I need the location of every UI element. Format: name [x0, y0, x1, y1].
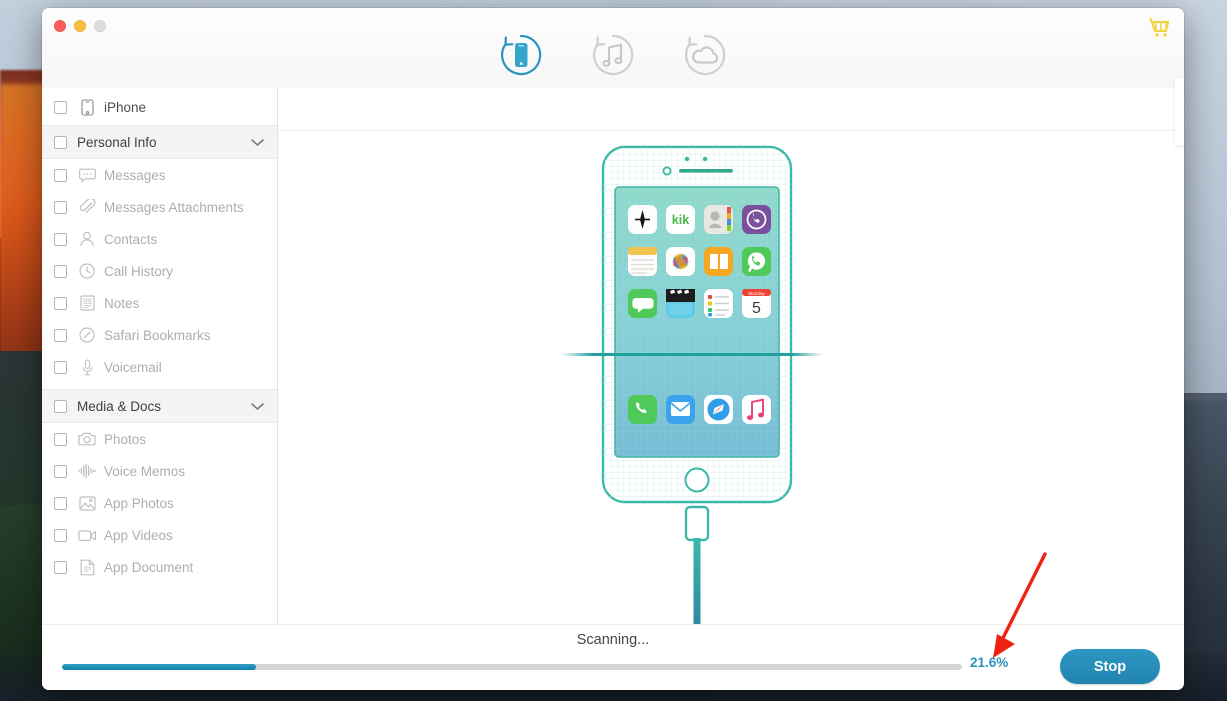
checkbox-app-document[interactable] — [54, 560, 67, 574]
sidebar-item-label: App Videos — [104, 527, 173, 543]
checkbox-app-videos[interactable] — [54, 528, 67, 542]
sidebar-item-label: Photos — [104, 431, 147, 447]
sidebar-item-label: App Document — [104, 559, 194, 575]
sidebar-item-label: Contacts — [104, 231, 158, 247]
checkbox-app-photos[interactable] — [54, 496, 67, 510]
contacts-icon — [77, 231, 97, 247]
video-camera-icon — [77, 529, 97, 542]
shopping-cart-icon — [1149, 17, 1170, 37]
microphone-icon — [77, 358, 97, 376]
scan-stage: kik Monday 5 — [278, 132, 1184, 624]
checkbox-messages-attachments[interactable] — [54, 200, 67, 214]
sidebar: iPhone Personal Info Messages Messages A… — [42, 88, 278, 624]
window-body: iPhone Personal Info Messages Messages A… — [42, 88, 1184, 624]
main-panel: kik Monday 5 — [278, 88, 1184, 624]
sidebar-group-personal-info[interactable]: Personal Info — [42, 125, 277, 159]
camera-icon — [77, 432, 97, 446]
attachment-icon — [77, 199, 97, 215]
checkbox-group-personal-info[interactable] — [54, 135, 67, 149]
checkbox-photos[interactable] — [54, 432, 67, 446]
messages-icon — [77, 168, 97, 183]
sidebar-item-contacts[interactable]: Contacts — [42, 223, 277, 255]
mode-tab-bar — [42, 30, 1184, 80]
sidebar-item-label: Messages Attachments — [104, 199, 244, 215]
checkbox-safari-bookmarks[interactable] — [54, 328, 67, 342]
checkbox-messages[interactable] — [54, 168, 67, 182]
sidebar-item-label: Call History — [104, 263, 174, 279]
iphone-scanning-illustration: kik Monday 5 — [561, 142, 881, 624]
checkbox-device[interactable] — [54, 101, 67, 114]
sidebar-item-label: Notes — [104, 295, 140, 311]
sidebar-item-notes[interactable]: Notes — [42, 287, 277, 319]
progress-bar-fill — [62, 664, 257, 670]
chevron-down-icon[interactable] — [251, 399, 264, 414]
sidebar-item-safari-bookmarks[interactable]: Safari Bookmarks — [42, 319, 277, 351]
sidebar-item-app-document[interactable]: App Document — [42, 551, 277, 583]
right-edge-overlay-panel — [1175, 78, 1184, 145]
waveform-icon — [77, 463, 97, 479]
content-header — [278, 88, 1184, 131]
image-icon — [77, 495, 97, 511]
sidebar-item-label: Voice Memos — [104, 463, 186, 479]
checkbox-notes[interactable] — [54, 296, 67, 310]
status-text: Scanning... — [576, 632, 650, 648]
sidebar-item-label: App Photos — [104, 495, 174, 511]
window-titlebar — [42, 8, 1184, 88]
recover-from-ios-device-icon — [501, 34, 542, 76]
scan-line — [561, 353, 823, 356]
recover-from-icloud-backup-icon — [685, 34, 726, 76]
progress-bar — [62, 664, 962, 670]
tab-recover-from-ios-device[interactable] — [496, 30, 546, 80]
checkbox-voice-memos[interactable] — [54, 464, 67, 478]
checkbox-contacts[interactable] — [54, 232, 67, 246]
svg-text:kik: kik — [672, 213, 689, 227]
sidebar-item-label: Messages — [104, 167, 166, 183]
sidebar-device-label: iPhone — [104, 100, 147, 115]
checkbox-group-media-docs[interactable] — [54, 399, 67, 413]
chevron-down-icon[interactable] — [251, 135, 264, 150]
sidebar-item-voicemail[interactable]: Voicemail — [42, 351, 277, 383]
document-icon — [77, 559, 97, 576]
sidebar-item-voice-memos[interactable]: Voice Memos — [42, 455, 277, 487]
shopping-cart-button[interactable] — [1148, 16, 1174, 40]
sidebar-item-device[interactable]: iPhone — [42, 90, 277, 125]
sidebar-item-photos[interactable]: Photos — [42, 423, 277, 455]
stop-button[interactable]: Stop — [1060, 649, 1160, 684]
app-window: iPhone Personal Info Messages Messages A… — [42, 8, 1184, 690]
progress-percent-label: 21.6% — [970, 655, 1009, 670]
sidebar-item-app-videos[interactable]: App Videos — [42, 519, 277, 551]
safari-bookmarks-icon — [77, 327, 97, 343]
calendar-month-label: Monday — [748, 291, 765, 296]
sidebar-item-label: Safari Bookmarks — [104, 327, 211, 343]
calendar-day-label: 5 — [752, 300, 761, 317]
sidebar-item-app-photos[interactable]: App Photos — [42, 487, 277, 519]
sidebar-group-media-docs[interactable]: Media & Docs — [42, 389, 277, 423]
sidebar-group-label: Personal Info — [77, 134, 157, 150]
recover-from-itunes-backup-icon — [593, 34, 634, 76]
iphone-icon — [77, 99, 97, 116]
sidebar-group-label: Media & Docs — [77, 398, 162, 414]
checkbox-voicemail[interactable] — [54, 360, 67, 374]
sidebar-item-messages-attachments[interactable]: Messages Attachments — [42, 191, 277, 223]
checkbox-call-history[interactable] — [54, 264, 67, 278]
sidebar-item-messages[interactable]: Messages — [42, 159, 277, 191]
notes-icon — [77, 295, 97, 311]
clock-icon — [77, 263, 97, 279]
footer-bar: Scanning... 21.6% Stop — [42, 624, 1184, 690]
sidebar-item-call-history[interactable]: Call History — [42, 255, 277, 287]
tab-recover-from-itunes-backup[interactable] — [588, 30, 638, 80]
sidebar-item-label: Voicemail — [104, 359, 162, 375]
tab-recover-from-icloud-backup[interactable] — [680, 30, 730, 80]
